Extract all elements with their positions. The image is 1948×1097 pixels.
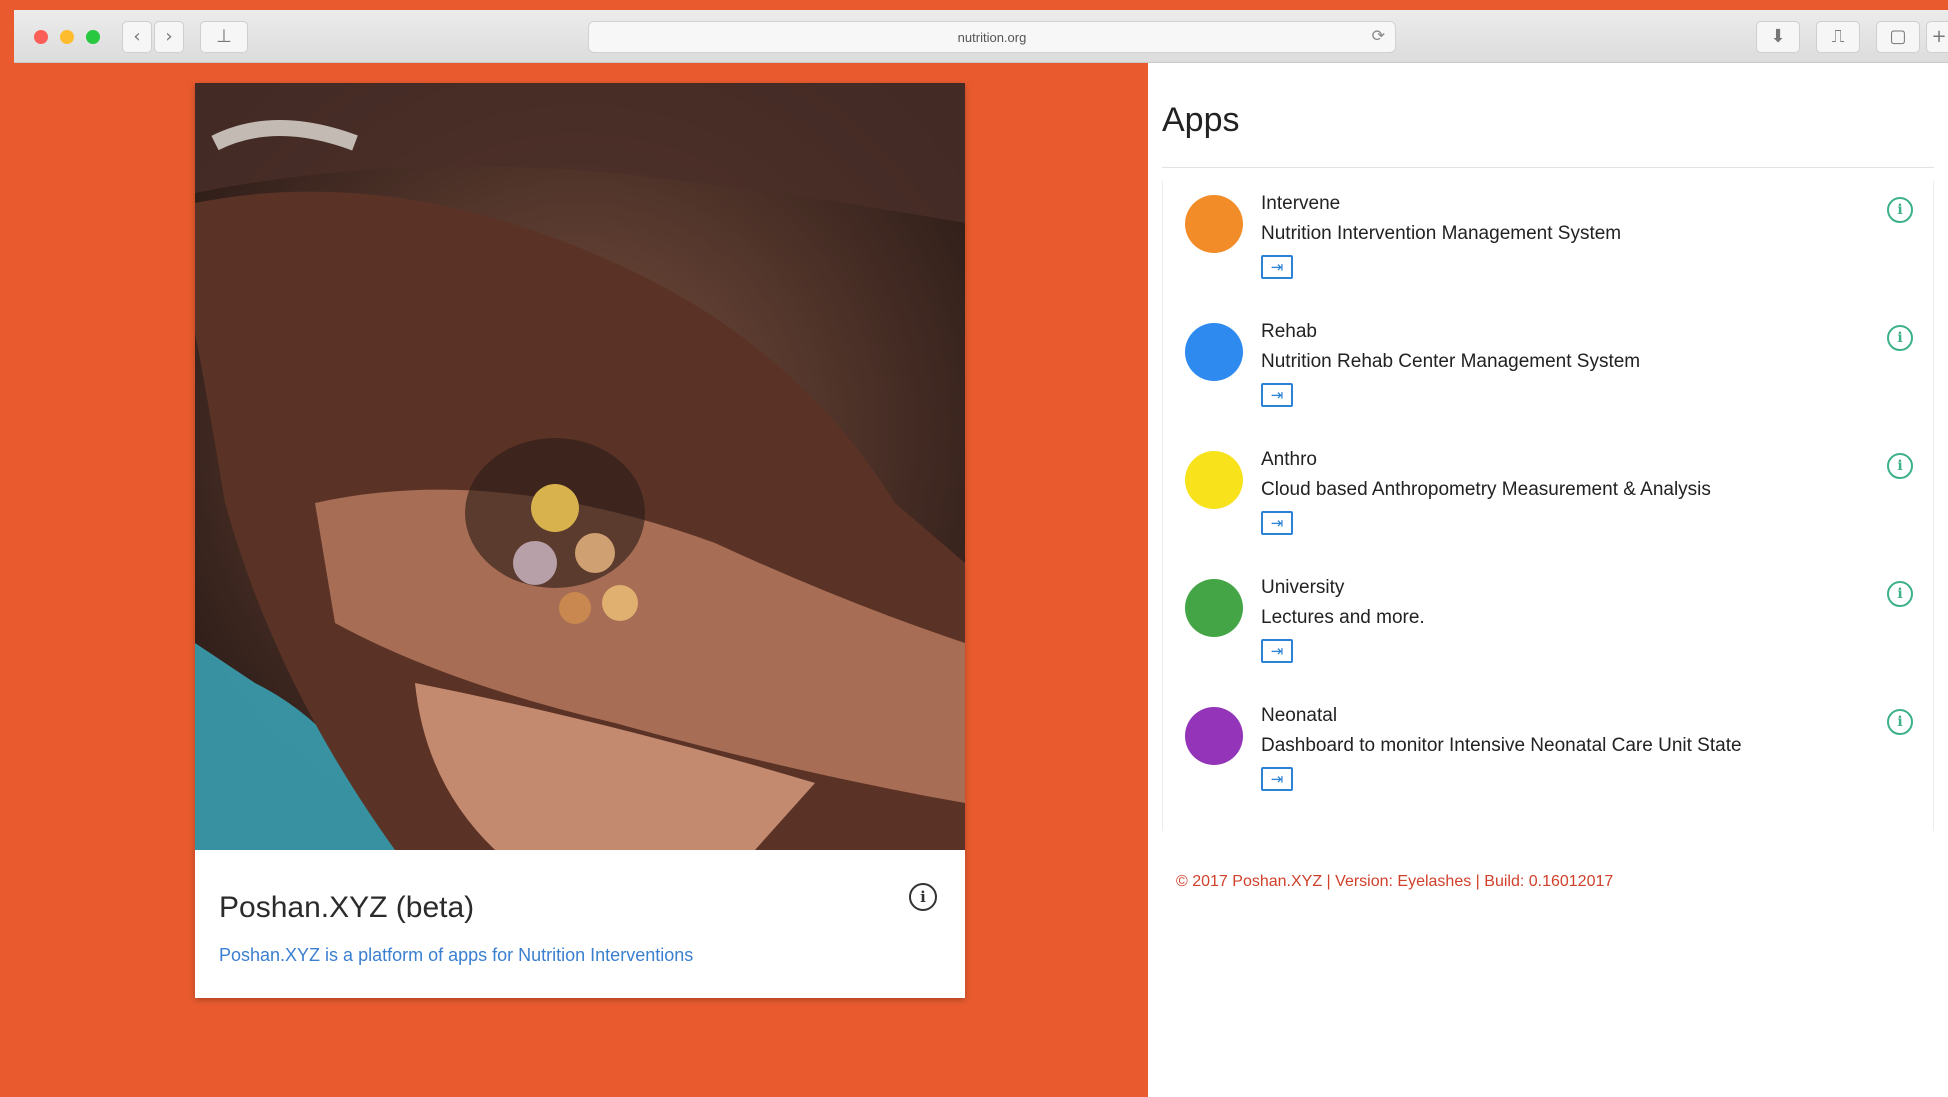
share-icon[interactable]: ⎍ [1816, 21, 1860, 53]
info-icon[interactable]: i [1887, 709, 1913, 735]
sidebar-icon[interactable]: ⊥ [200, 21, 248, 53]
app-avatar-icon [1185, 707, 1243, 765]
app-avatar-icon [1185, 451, 1243, 509]
browser-toolbar: ‹ › ⊥ nutrition.org ⟳ ⬇ ⎍ ▢ + [14, 10, 1948, 63]
maximize-window-button[interactable] [86, 30, 100, 44]
app-name[interactable]: Neonatal [1261, 705, 1337, 727]
app-item-neonatal[interactable]: Neonatal Dashboard to monitor Intensive … [1163, 693, 1933, 821]
plus-icon[interactable]: + [1926, 21, 1948, 53]
reload-icon[interactable]: ⟳ [1372, 26, 1385, 45]
app-description: Lectures and more. [1261, 607, 1425, 628]
launch-icon[interactable]: ⇥ [1261, 511, 1293, 535]
divider [1162, 167, 1934, 168]
hero-title: Poshan.XYZ (beta) [219, 891, 475, 924]
apps-heading: Apps [1162, 101, 1240, 139]
hero-pane: Poshan.XYZ (beta) Poshan.XYZ is a platfo… [14, 63, 1148, 1097]
download-icon[interactable]: ⬇ [1756, 21, 1800, 53]
launch-icon[interactable]: ⇥ [1261, 255, 1293, 279]
chevron-left-icon[interactable]: ‹ [122, 21, 152, 53]
app-item-university[interactable]: University Lectures and more. ⇥ i [1163, 565, 1933, 693]
app-item-rehab[interactable]: Rehab Nutrition Rehab Center Management … [1163, 309, 1933, 437]
app-description: Nutrition Rehab Center Management System [1261, 351, 1641, 372]
info-icon[interactable]: i [1887, 453, 1913, 479]
app-name[interactable]: University [1261, 577, 1344, 599]
app-name[interactable]: Rehab [1261, 321, 1317, 343]
apps-list: Intervene Nutrition Intervention Managem… [1162, 181, 1934, 831]
close-window-button[interactable] [34, 30, 48, 44]
hero-photo [195, 83, 965, 850]
info-icon[interactable]: i [1887, 581, 1913, 607]
info-icon[interactable]: i [1887, 197, 1913, 223]
minimize-window-button[interactable] [60, 30, 74, 44]
app-description: Dashboard to monitor Intensive Neonatal … [1261, 735, 1742, 756]
app-name[interactable]: Anthro [1261, 449, 1317, 471]
app-avatar-icon [1185, 323, 1243, 381]
address-bar[interactable]: nutrition.org ⟳ [588, 21, 1396, 53]
app-description: Cloud based Anthropometry Measurement & … [1261, 479, 1711, 500]
hands-photo-illustration [195, 83, 965, 850]
hero-card: Poshan.XYZ (beta) Poshan.XYZ is a platfo… [195, 83, 965, 998]
app-name[interactable]: Intervene [1261, 193, 1340, 215]
hero-description-link[interactable]: Poshan.XYZ is a platform of apps for Nut… [219, 945, 693, 966]
launch-icon[interactable]: ⇥ [1261, 767, 1293, 791]
app-item-intervene[interactable]: Intervene Nutrition Intervention Managem… [1163, 181, 1933, 309]
browser-window: ‹ › ⊥ nutrition.org ⟳ ⬇ ⎍ ▢ + Poshan.XYZ… [14, 10, 1948, 1097]
app-avatar-icon [1185, 579, 1243, 637]
info-icon[interactable]: i [909, 883, 937, 911]
app-description: Nutrition Intervention Management System [1261, 223, 1622, 244]
url-text[interactable]: nutrition.org [589, 30, 1395, 45]
launch-icon[interactable]: ⇥ [1261, 639, 1293, 663]
tabs-icon[interactable]: ▢ [1876, 21, 1920, 53]
chevron-right-icon[interactable]: › [154, 21, 184, 53]
footer-version-text: © 2017 Poshan.XYZ | Version: Eyelashes |… [1176, 873, 1614, 890]
app-avatar-icon [1185, 195, 1243, 253]
app-item-anthro[interactable]: Anthro Cloud based Anthropometry Measure… [1163, 437, 1933, 565]
launch-icon[interactable]: ⇥ [1261, 383, 1293, 407]
info-icon[interactable]: i [1887, 325, 1913, 351]
apps-pane: Apps Intervene Nutrition Intervention Ma… [1148, 63, 1948, 1097]
